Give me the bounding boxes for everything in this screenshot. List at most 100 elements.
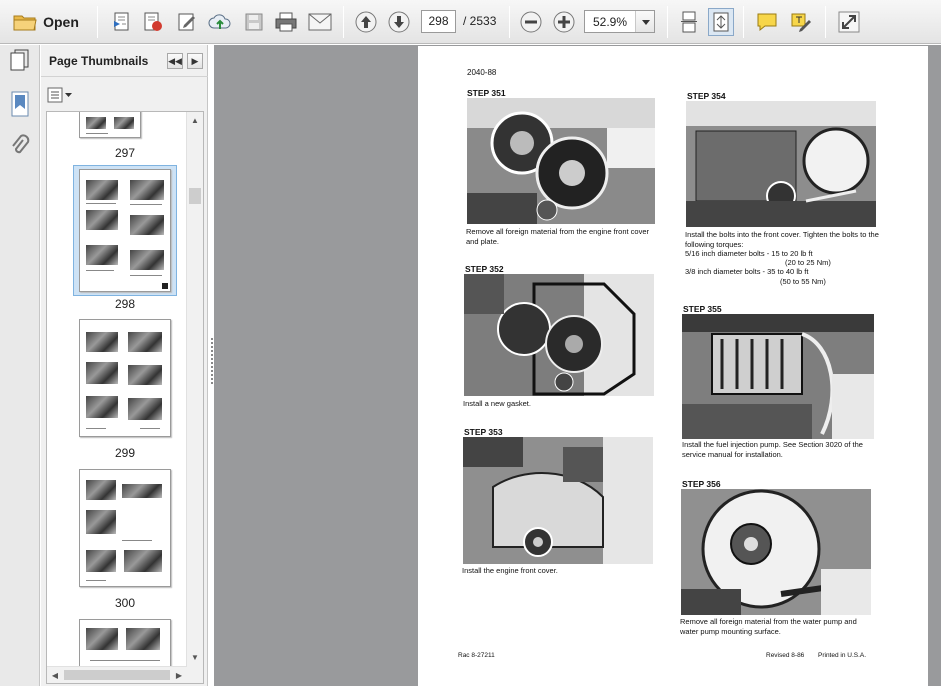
open-label: Open <box>43 14 79 30</box>
double-chevron-left-icon: ◀◀ <box>168 55 182 66</box>
page-thumbnails-tab[interactable] <box>6 47 34 75</box>
speech-bubble-icon <box>756 12 778 32</box>
step-title: STEP 353 <box>464 427 503 437</box>
scroll-pages-icon <box>679 11 699 33</box>
thumbnail-page[interactable] <box>79 319 171 437</box>
toolbar-separator <box>509 6 510 38</box>
highlight-button[interactable] <box>787 8 815 36</box>
printer-icon <box>274 11 298 33</box>
document-page: 2040-88 STEP 351 Remove all foreign mate… <box>418 46 928 686</box>
footer-left: Rac 8-27211 <box>458 652 495 659</box>
thumbnail-label: 297 <box>114 146 136 160</box>
thumbnails-list[interactable]: 297 298 299 300 ▲ ▼ ◀ ▶ <box>46 111 204 684</box>
toolbar-separator <box>825 6 826 38</box>
form-edit-icon <box>176 11 198 33</box>
footer-revised: Revised 8-86 <box>766 652 805 659</box>
zoom-value: 52.9% <box>593 15 628 29</box>
fit-page-icon <box>711 11 731 33</box>
scroll-left-icon[interactable]: ◀ <box>47 667 63 683</box>
step-title: STEP 356 <box>682 479 721 489</box>
step-caption: Remove all foreign material from the wat… <box>680 617 857 636</box>
previous-page-button[interactable] <box>352 8 380 36</box>
scroll-right-icon[interactable]: ▶ <box>171 667 187 683</box>
torque-metric: (50 to 55 Nm) <box>780 277 826 286</box>
create-pdf-icon <box>111 11 133 33</box>
page-total: / 2533 <box>463 14 497 28</box>
chevron-right-icon: ▶ <box>191 55 199 66</box>
scrolling-mode-button[interactable] <box>676 8 702 36</box>
thumbnail-options-button[interactable] <box>47 87 75 105</box>
options-list-icon <box>47 87 73 106</box>
toolbar-separator <box>97 6 98 38</box>
step-title: STEP 351 <box>467 88 506 98</box>
thumbnail-page[interactable] <box>79 112 141 138</box>
step-photo <box>463 437 653 564</box>
step-title: STEP 354 <box>687 91 726 101</box>
step-title: STEP 352 <box>465 264 504 274</box>
open-button[interactable]: Open <box>8 8 84 36</box>
scroll-up-icon[interactable]: ▲ <box>187 112 203 128</box>
step-photo <box>682 314 874 439</box>
toolbar-separator <box>343 6 344 38</box>
attachments-tab[interactable] <box>6 133 34 161</box>
scroll-down-icon[interactable]: ▼ <box>187 649 203 665</box>
thumbnails-vertical-scrollbar[interactable]: ▲ ▼ <box>186 112 203 683</box>
collapse-panel-button[interactable]: ◀◀ <box>167 53 183 69</box>
scrollbar-thumb[interactable] <box>64 670 170 680</box>
step-caption: Install the fuel injection pump. See Sec… <box>682 440 863 459</box>
bookmark-icon <box>11 91 29 120</box>
toolbar: Open 298 / 2533 52.9% <box>0 0 941 44</box>
comment-button[interactable] <box>753 8 781 36</box>
arrow-up-icon <box>355 11 377 33</box>
pdf-edit-icon <box>142 11 164 33</box>
cloud-upload-icon <box>208 11 232 33</box>
step-photo <box>686 101 876 227</box>
bookmarks-tab[interactable] <box>6 91 34 119</box>
expand-panel-button[interactable]: ▶ <box>187 53 203 69</box>
next-page-button[interactable] <box>385 8 413 36</box>
page-number-input[interactable]: 298 <box>421 10 456 33</box>
step-photo <box>464 274 654 396</box>
upload-button[interactable] <box>206 8 234 36</box>
step-caption: Install a new gasket. <box>463 399 531 408</box>
highlighter-icon <box>790 11 812 33</box>
toolbar-separator <box>667 6 668 38</box>
minus-icon <box>520 11 542 33</box>
save-icon <box>244 12 264 32</box>
step-photo <box>467 98 655 224</box>
page-header: 2040-88 <box>467 68 497 77</box>
envelope-icon <box>308 13 332 31</box>
thumbnail-page[interactable] <box>79 169 171 292</box>
panel-title: Page Thumbnails <box>49 54 149 68</box>
scrollbar-thumb[interactable] <box>189 188 201 204</box>
zoom-out-button[interactable] <box>517 8 545 36</box>
create-pdf-button[interactable] <box>108 8 136 36</box>
step-title: STEP 355 <box>683 304 722 314</box>
thumbnails-panel: Page Thumbnails ◀◀ ▶ 297 298 299 300 ▲ ▼… <box>41 45 208 686</box>
step-caption: Install the bolts into the front cover. … <box>685 230 879 249</box>
zoom-select[interactable]: 52.9% <box>584 10 655 33</box>
plus-icon <box>553 11 575 33</box>
fit-page-button[interactable] <box>708 8 734 36</box>
paperclip-icon <box>10 134 30 161</box>
export-pdf-button[interactable] <box>139 8 167 36</box>
thumbnail-page[interactable] <box>79 469 171 587</box>
chevron-down-icon[interactable] <box>635 11 654 32</box>
folder-icon <box>13 12 37 32</box>
print-button[interactable] <box>271 8 301 36</box>
save-button[interactable] <box>240 8 268 36</box>
footer-printed: Printed in U.S.A. <box>818 652 867 659</box>
step-caption: Install the engine front cover. <box>462 566 558 575</box>
arrow-down-icon <box>388 11 410 33</box>
edit-form-button[interactable] <box>173 8 201 36</box>
step-caption: Remove all foreign material from the eng… <box>466 227 650 246</box>
email-button[interactable] <box>305 8 335 36</box>
zoom-in-button[interactable] <box>550 8 578 36</box>
panel-header: Page Thumbnails ◀◀ ▶ <box>41 45 208 77</box>
toolbar-separator <box>743 6 744 38</box>
navigation-rail <box>0 45 40 686</box>
thumbnails-horizontal-scrollbar[interactable]: ◀ ▶ <box>47 666 187 683</box>
expand-icon <box>838 11 860 33</box>
document-view[interactable]: 2040-88 STEP 351 Remove all foreign mate… <box>214 45 941 686</box>
fullscreen-button[interactable] <box>835 8 863 36</box>
